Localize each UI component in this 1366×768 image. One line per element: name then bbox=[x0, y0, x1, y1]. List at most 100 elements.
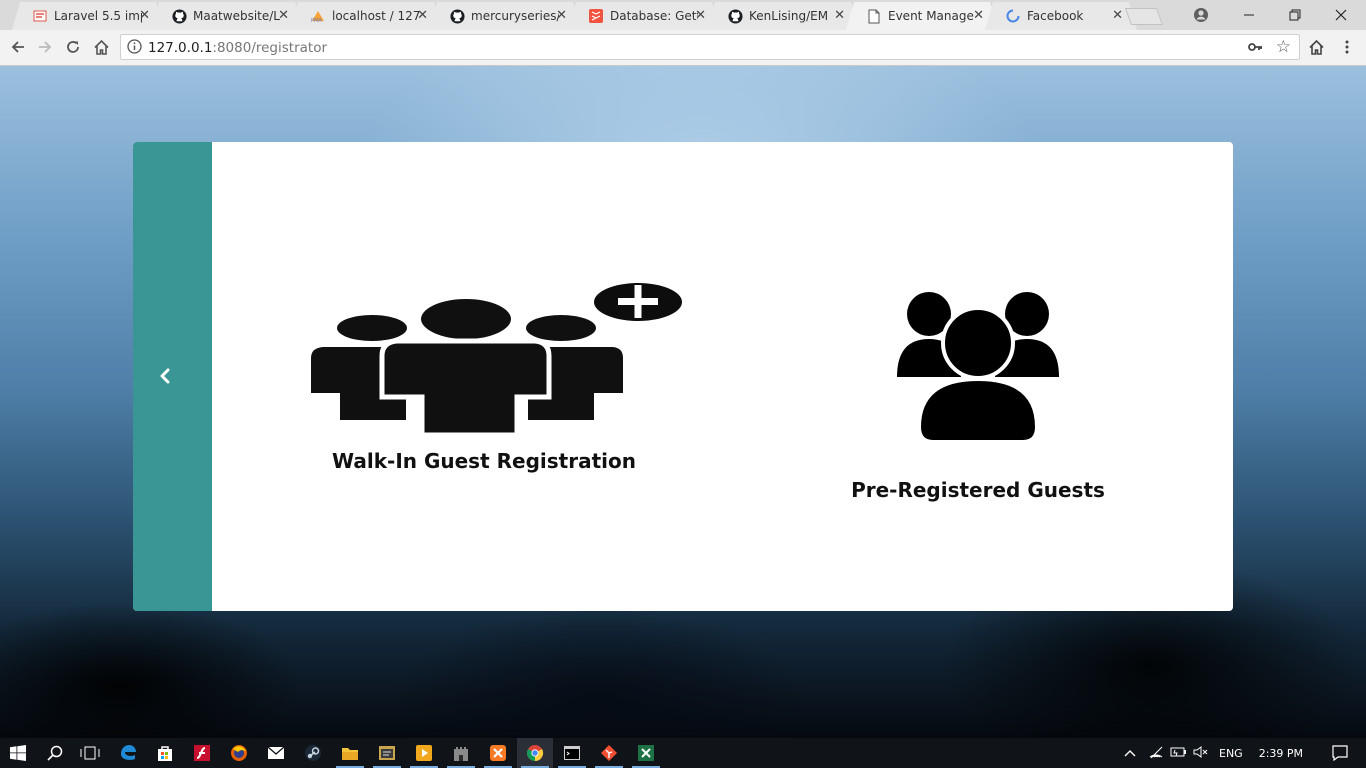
tab-phpmyadmin[interactable]: PMA localhost / 127 ✕ bbox=[290, 2, 442, 30]
close-icon[interactable]: ✕ bbox=[834, 8, 845, 23]
forward-arrow-icon[interactable] bbox=[34, 36, 56, 58]
taskbar-xampp[interactable] bbox=[480, 738, 516, 768]
tab-database[interactable]: Database: Gett ✕ bbox=[568, 2, 720, 30]
taskbar-mail[interactable] bbox=[258, 738, 294, 768]
tab-title: Database: Gett bbox=[610, 9, 698, 23]
info-icon[interactable] bbox=[127, 39, 142, 58]
taskbar-excel[interactable] bbox=[628, 738, 664, 768]
edge-icon bbox=[121, 745, 136, 760]
new-tab-button[interactable] bbox=[1124, 8, 1164, 25]
action-center-button[interactable] bbox=[1322, 738, 1358, 768]
windows-taskbar: ENG 2:39 PM bbox=[0, 738, 1366, 768]
registrator-card: Walk-In Guest Registration Pre-Registere… bbox=[133, 142, 1233, 611]
chevron-up-icon[interactable] bbox=[1124, 747, 1136, 760]
menu-icon[interactable] bbox=[1336, 36, 1358, 58]
close-icon[interactable]: ✕ bbox=[695, 8, 706, 23]
windows-icon bbox=[10, 745, 26, 761]
sidebar bbox=[133, 142, 212, 611]
github-icon bbox=[449, 8, 465, 24]
tab-mercuryseries[interactable]: mercuryseries/ ✕ bbox=[429, 2, 581, 30]
taskbar-firefox[interactable] bbox=[221, 738, 257, 768]
back-arrow-icon[interactable] bbox=[7, 36, 29, 58]
task-view-button[interactable] bbox=[72, 738, 108, 768]
chevron-left-icon bbox=[160, 368, 170, 384]
close-icon[interactable]: ✕ bbox=[278, 8, 289, 23]
volume-muted-icon[interactable] bbox=[1193, 745, 1209, 762]
restore-button[interactable] bbox=[1272, 2, 1318, 28]
close-window-button[interactable] bbox=[1318, 2, 1364, 28]
tab-laravel[interactable]: Laravel 5.5 imp ✕ bbox=[12, 2, 164, 30]
minimize-button[interactable] bbox=[1226, 2, 1272, 28]
firefox-icon bbox=[231, 745, 247, 761]
battery-icon[interactable] bbox=[1170, 746, 1187, 761]
system-tray: ENG 2:39 PM bbox=[1124, 738, 1303, 768]
phpmyadmin-icon: PMA bbox=[310, 8, 326, 24]
tab-event-manager[interactable]: Event Manage ✕ bbox=[846, 2, 998, 30]
taskbar-file-explorer[interactable] bbox=[332, 738, 368, 768]
wifi-icon[interactable] bbox=[1148, 745, 1164, 762]
taskbar-castle-app[interactable] bbox=[443, 738, 479, 768]
pre-registered-guests-option[interactable]: Pre-Registered Guests bbox=[833, 287, 1123, 512]
close-icon[interactable]: ✕ bbox=[556, 8, 567, 23]
page-background: Walk-In Guest Registration Pre-Registere… bbox=[0, 66, 1366, 738]
walk-in-registration-label: Walk-In Guest Registration bbox=[332, 449, 636, 473]
star-icon[interactable]: ☆ bbox=[1276, 37, 1291, 57]
tab-kenlising[interactable]: KenLising/EM ✕ bbox=[707, 2, 859, 30]
language-indicator[interactable]: ENG bbox=[1219, 747, 1243, 760]
taskbar-terminal[interactable] bbox=[554, 738, 590, 768]
clock[interactable]: 2:39 PM bbox=[1259, 747, 1303, 760]
tab-title: KenLising/EM bbox=[749, 9, 829, 23]
group-icon bbox=[897, 292, 1059, 444]
taskbar-app-window[interactable] bbox=[369, 738, 405, 768]
back-button[interactable] bbox=[155, 363, 175, 389]
excel-icon bbox=[638, 745, 654, 761]
search-button[interactable] bbox=[37, 738, 73, 768]
home-icon[interactable] bbox=[1305, 36, 1327, 58]
media-player-icon bbox=[416, 745, 432, 761]
tab-title: Event Manage bbox=[888, 9, 974, 23]
taskbar-edge[interactable] bbox=[110, 738, 146, 768]
page-icon bbox=[866, 8, 882, 24]
url-path: :8080/registrator bbox=[212, 40, 328, 56]
git-icon bbox=[601, 745, 617, 761]
reload-icon[interactable] bbox=[62, 36, 84, 58]
start-button[interactable] bbox=[0, 738, 36, 768]
taskbar-steam[interactable] bbox=[295, 738, 331, 768]
store-icon bbox=[158, 746, 172, 761]
profile-icon[interactable] bbox=[1178, 2, 1224, 28]
tab-maatwebsite[interactable]: Maatwebsite/L ✕ bbox=[151, 2, 303, 30]
taskbar-media-player[interactable] bbox=[406, 738, 442, 768]
taskbar-store[interactable] bbox=[147, 738, 183, 768]
tab-title: Maatwebsite/L bbox=[193, 9, 280, 23]
add-group-icon bbox=[311, 283, 682, 438]
key-icon[interactable] bbox=[1247, 39, 1263, 59]
tab-facebook[interactable]: Facebook ✕ bbox=[985, 2, 1137, 30]
close-icon[interactable]: ✕ bbox=[1112, 8, 1123, 23]
taskbar-git[interactable] bbox=[591, 738, 627, 768]
home-icon[interactable] bbox=[90, 36, 112, 58]
mail-icon bbox=[267, 746, 285, 759]
close-icon[interactable]: ✕ bbox=[973, 8, 984, 23]
tab-strip: Laravel 5.5 imp ✕ Maatwebsite/L ✕ PMA lo… bbox=[0, 0, 1366, 30]
tab-title: mercuryseries/ bbox=[471, 9, 559, 23]
taskbar-flash[interactable] bbox=[184, 738, 220, 768]
chrome-icon bbox=[527, 745, 544, 762]
castle-icon bbox=[454, 747, 468, 761]
pre-registered-guests-label: Pre-Registered Guests bbox=[851, 478, 1105, 502]
url-text: 127.0.0.1:8080/registrator bbox=[148, 40, 327, 56]
taskbar-chrome[interactable] bbox=[517, 738, 553, 768]
close-icon[interactable]: ✕ bbox=[417, 8, 428, 23]
xampp-icon bbox=[490, 745, 506, 761]
search-icon bbox=[47, 745, 63, 761]
terminal-icon bbox=[564, 746, 580, 760]
svg-text:PMA: PMA bbox=[311, 18, 322, 23]
flash-icon bbox=[194, 745, 210, 761]
github-icon bbox=[727, 8, 743, 24]
walk-in-registration-option[interactable]: Walk-In Guest Registration bbox=[309, 281, 684, 481]
close-icon[interactable]: ✕ bbox=[139, 8, 150, 23]
tab-title: Laravel 5.5 imp bbox=[54, 9, 142, 23]
notification-icon bbox=[1332, 745, 1348, 761]
github-icon bbox=[171, 8, 187, 24]
address-bar[interactable]: 127.0.0.1:8080/registrator ☆ bbox=[120, 34, 1300, 60]
app-window-icon bbox=[379, 746, 395, 760]
